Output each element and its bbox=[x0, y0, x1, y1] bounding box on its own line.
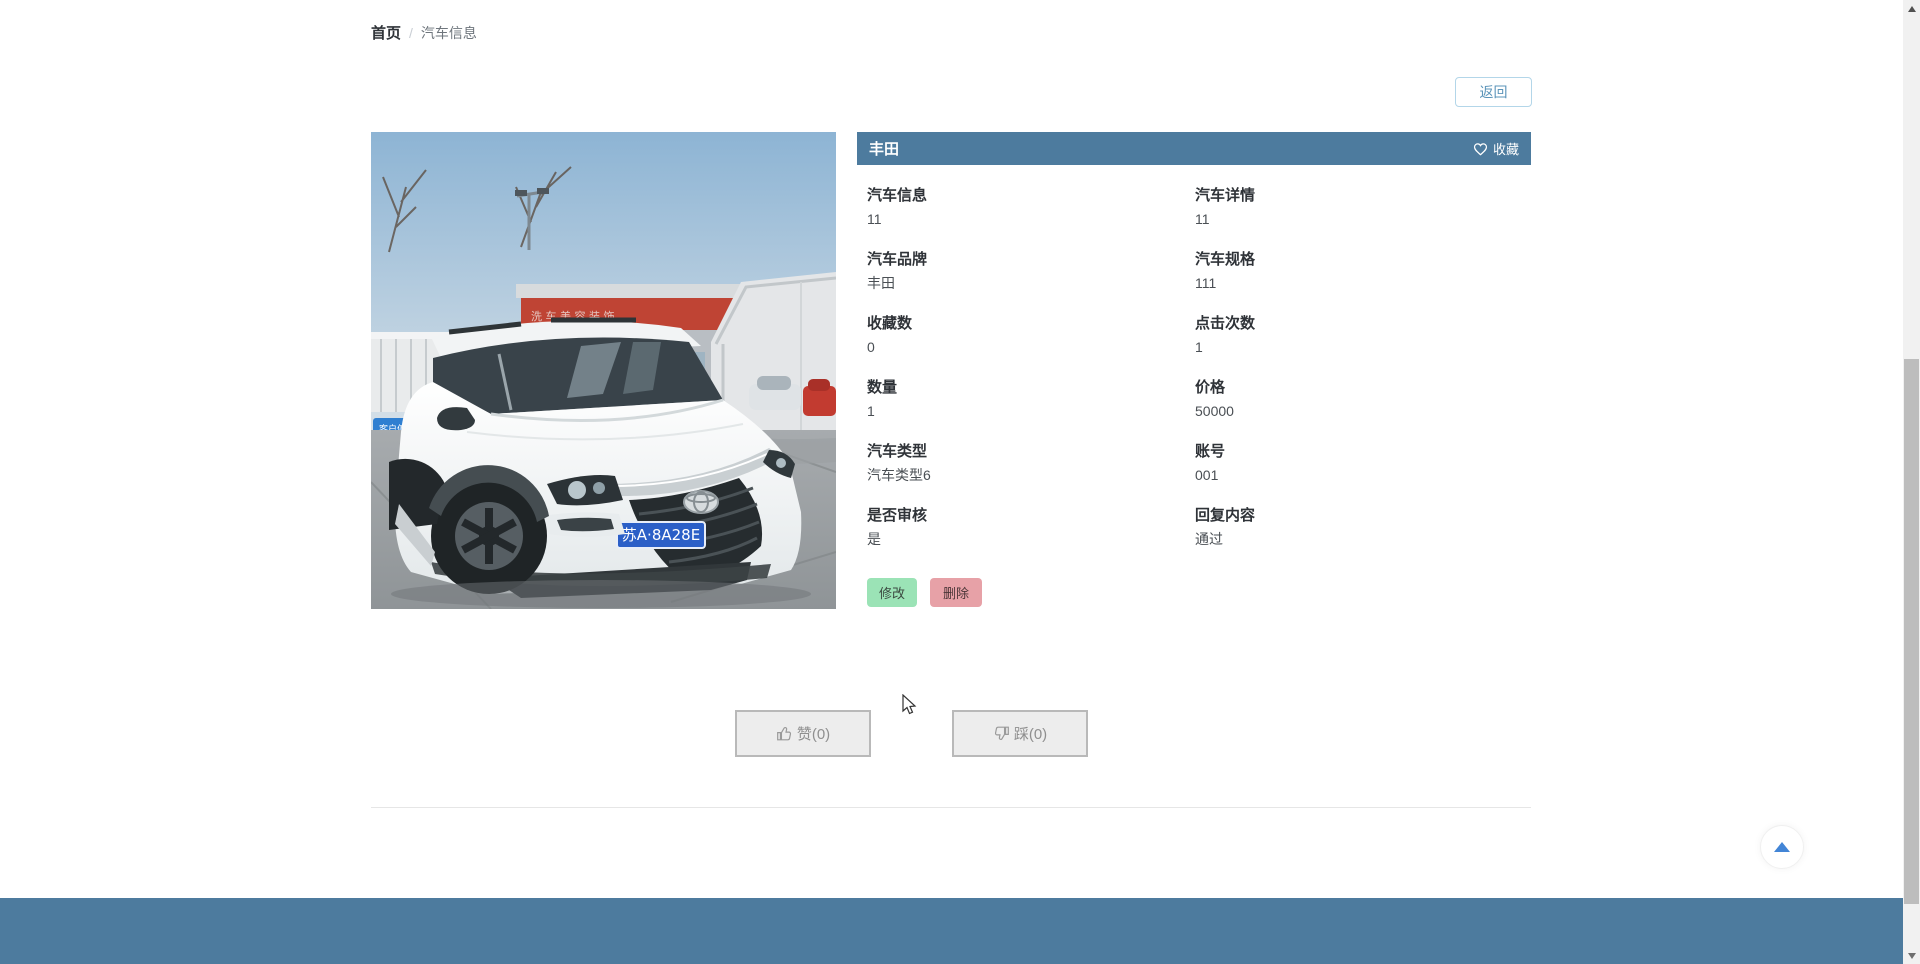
breadcrumb-home[interactable]: 首页 bbox=[371, 22, 401, 43]
field-value: 丰田 bbox=[867, 275, 895, 291]
field-value: 50000 bbox=[1195, 403, 1234, 419]
field-label: 汽车详情 bbox=[1195, 187, 1256, 204]
arrow-up-icon bbox=[1774, 842, 1790, 852]
field-favorite-count: 收藏数 0 bbox=[867, 314, 1195, 357]
field-value: 是 bbox=[867, 531, 881, 547]
field-car-detail: 汽车详情 11 bbox=[1195, 186, 1521, 229]
field-grid: 汽车信息 11 汽车详情 11 汽车品牌 丰田 汽车规格 111 收藏数 0 点… bbox=[867, 186, 1521, 570]
field-value: 通过 bbox=[1195, 531, 1223, 547]
breadcrumb: 首页 / 汽车信息 bbox=[371, 22, 477, 43]
delete-button[interactable]: 删除 bbox=[930, 578, 982, 607]
heart-outline-icon bbox=[1473, 142, 1488, 156]
field-value: 1 bbox=[1195, 339, 1203, 355]
scrollbar-thumb[interactable] bbox=[1904, 359, 1919, 904]
scrollbar-up-arrow[interactable] bbox=[1903, 0, 1920, 17]
field-value: 11 bbox=[1195, 211, 1210, 227]
field-value: 11 bbox=[867, 211, 882, 227]
field-label: 汽车品牌 bbox=[867, 251, 928, 268]
field-account: 账号 001 bbox=[1195, 442, 1521, 485]
field-label: 价格 bbox=[1195, 379, 1226, 396]
field-value: 1 bbox=[867, 403, 875, 419]
page: 首页 / 汽车信息 返回 洗 车 美 容 装 饰 苏A·8A28E 丰田 收藏 … bbox=[0, 0, 1920, 964]
vertical-scrollbar[interactable] bbox=[1903, 0, 1920, 964]
car-photo: 客户停车请取卡 洗 车 美 容 装 饰 bbox=[371, 132, 836, 609]
footer-bar bbox=[0, 898, 1903, 964]
field-car-type: 汽车类型 汽车类型6 bbox=[867, 442, 1195, 485]
content-area: 首页 / 汽车信息 返回 洗 车 美 容 装 饰 苏A·8A28E 丰田 收藏 … bbox=[371, 0, 1532, 964]
detail-section: 客户停车请取卡 洗 车 美 容 装 饰 bbox=[371, 132, 1531, 609]
action-row: 修改 删除 bbox=[867, 578, 1521, 607]
field-label: 账号 bbox=[1195, 443, 1226, 460]
thumbs-down-icon bbox=[994, 726, 1009, 741]
scrollbar-down-arrow[interactable] bbox=[1903, 947, 1920, 964]
license-plate: 苏A·8A28E bbox=[616, 521, 706, 549]
field-label: 点击次数 bbox=[1195, 315, 1256, 332]
field-quantity: 数量 1 bbox=[867, 378, 1195, 421]
panel-header: 丰田 收藏 bbox=[857, 132, 1531, 165]
field-audit-status: 是否审核 是 bbox=[867, 506, 1195, 549]
triangle-down-icon bbox=[1907, 952, 1916, 959]
field-reply-content: 回复内容 通过 bbox=[1195, 506, 1521, 549]
svg-text:苏A·8A28E: 苏A·8A28E bbox=[622, 526, 700, 544]
triangle-up-icon bbox=[1907, 5, 1916, 12]
breadcrumb-separator: / bbox=[409, 24, 413, 41]
dislike-button[interactable]: 踩(0) bbox=[952, 710, 1088, 757]
car-photo-illustration: 客户停车请取卡 洗 车 美 容 装 饰 bbox=[371, 132, 836, 609]
breadcrumb-current: 汽车信息 bbox=[420, 24, 477, 41]
field-car-spec: 汽车规格 111 bbox=[1195, 250, 1521, 293]
field-label: 汽车类型 bbox=[867, 443, 928, 460]
favorite-label: 收藏 bbox=[1492, 142, 1519, 157]
field-label: 数量 bbox=[867, 379, 898, 396]
field-label: 回复内容 bbox=[1195, 507, 1256, 524]
section-divider bbox=[371, 807, 1531, 808]
favorite-button[interactable]: 收藏 bbox=[1473, 139, 1519, 158]
field-label: 是否审核 bbox=[867, 507, 928, 524]
field-car-info: 汽车信息 11 bbox=[867, 186, 1195, 229]
field-value: 111 bbox=[1195, 275, 1217, 291]
field-value: 汽车类型6 bbox=[867, 467, 931, 483]
dislike-label: 踩(0) bbox=[1013, 726, 1048, 743]
field-label: 汽车规格 bbox=[1195, 251, 1256, 268]
like-label: 赞(0) bbox=[796, 726, 831, 743]
field-car-brand: 汽车品牌 丰田 bbox=[867, 250, 1195, 293]
panel-body: 汽车信息 11 汽车详情 11 汽车品牌 丰田 汽车规格 111 收藏数 0 点… bbox=[857, 165, 1531, 607]
like-button[interactable]: 赞(0) bbox=[735, 710, 871, 757]
field-price: 价格 50000 bbox=[1195, 378, 1521, 421]
field-click-count: 点击次数 1 bbox=[1195, 314, 1521, 357]
field-label: 收藏数 bbox=[867, 315, 913, 332]
thumbs-up-icon bbox=[776, 726, 791, 741]
back-to-top-button[interactable] bbox=[1760, 825, 1804, 869]
field-value: 0 bbox=[867, 339, 875, 355]
back-button[interactable]: 返回 bbox=[1455, 77, 1532, 107]
field-value: 001 bbox=[1195, 467, 1219, 483]
edit-button[interactable]: 修改 bbox=[867, 578, 917, 607]
panel-title: 丰田 bbox=[869, 141, 900, 158]
detail-panel: 丰田 收藏 汽车信息 11 汽车详情 11 汽车品牌 丰田 汽车规格 111 收… bbox=[857, 132, 1531, 609]
field-label: 汽车信息 bbox=[867, 187, 928, 204]
